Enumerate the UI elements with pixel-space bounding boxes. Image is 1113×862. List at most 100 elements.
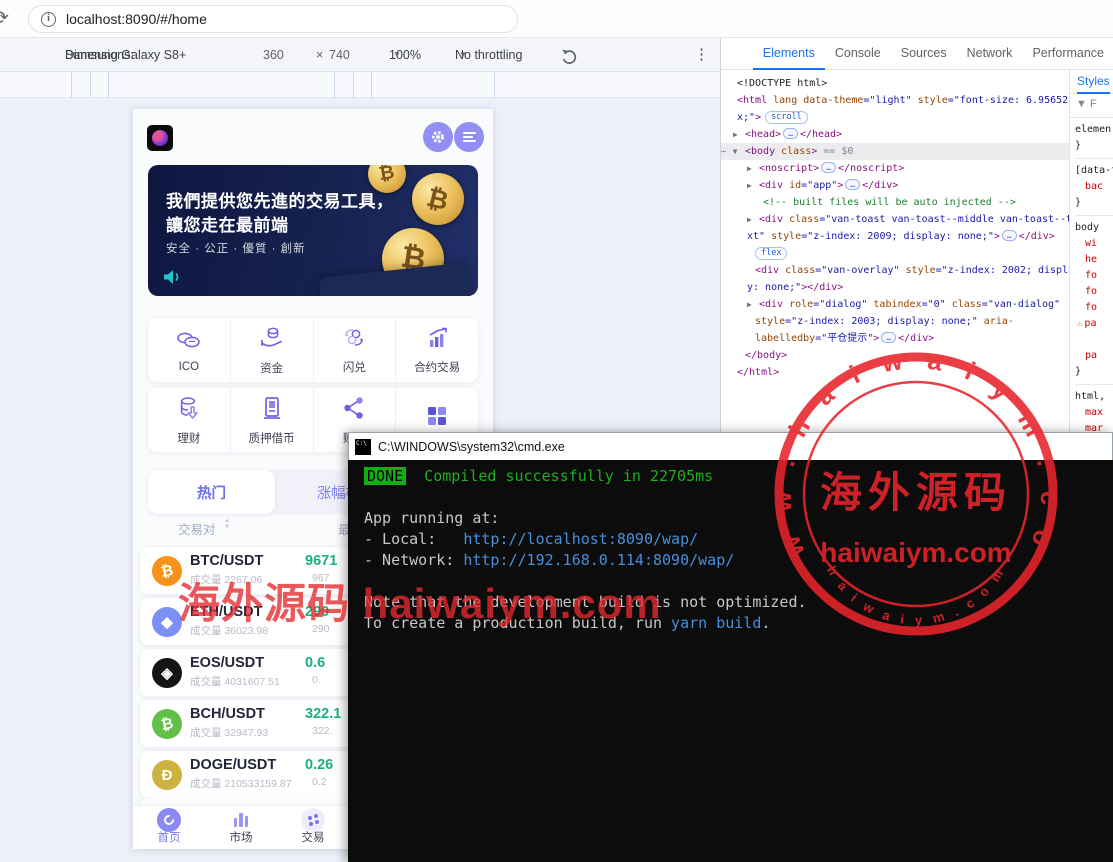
feature-理财[interactable]: 理财 bbox=[148, 388, 231, 452]
dom-node-line[interactable]: <div class="van-overlay" style="z-index:… bbox=[721, 262, 1069, 279]
nav-item-市场[interactable]: 市场 bbox=[205, 806, 277, 849]
viewport-height-field[interactable]: 740 bbox=[329, 38, 350, 72]
style-rule-line[interactable]: } bbox=[1075, 138, 1113, 154]
style-rule-line[interactable]: wi bbox=[1075, 236, 1113, 252]
expand-arrow-icon[interactable]: ▶ bbox=[733, 126, 739, 143]
media-query-bar[interactable] bbox=[0, 72, 720, 98]
address-bar[interactable]: i localhost:8090/#/home bbox=[28, 5, 518, 33]
dom-node-line[interactable]: style="z-index: 2003; display: none;" ar… bbox=[721, 313, 1069, 330]
network-label: - Network: bbox=[364, 551, 463, 569]
feature-资金[interactable]: 资金 bbox=[231, 318, 314, 382]
dom-node-line[interactable]: flex bbox=[721, 245, 1069, 262]
style-rule-line[interactable]: ⚠pa bbox=[1075, 316, 1113, 332]
style-rule-line[interactable]: he bbox=[1075, 252, 1113, 268]
feature-质押借币[interactable]: 质押借币 bbox=[231, 388, 314, 452]
style-rule-line[interactable]: bac bbox=[1075, 179, 1113, 195]
expand-ellipsis-button[interactable]: … bbox=[1002, 230, 1017, 241]
reload-icon[interactable]: ⟳ bbox=[0, 7, 9, 30]
dimensions-times: × bbox=[316, 38, 323, 72]
style-rule-line[interactable]: fo bbox=[1075, 300, 1113, 316]
svg-text:海外源码: 海外源码 bbox=[820, 469, 1012, 516]
dom-node-line[interactable]: xt" style="z-index: 2009; display: none;… bbox=[721, 228, 1069, 245]
expand-arrow-icon[interactable]: ▶ bbox=[747, 160, 753, 177]
style-rule-line[interactable]: html, bbox=[1075, 389, 1113, 405]
tab-hot[interactable]: 热门 bbox=[148, 470, 275, 514]
viewport-width-field[interactable]: 360 bbox=[263, 38, 284, 72]
compiled-text: Compiled successfully in 22705ms bbox=[406, 467, 713, 485]
dom-node-line[interactable]: y: none;"></div> bbox=[721, 279, 1069, 296]
warning-icon: ⚠ bbox=[1077, 319, 1082, 329]
dom-node-line[interactable]: ▶<head>…</head> bbox=[721, 126, 1069, 143]
style-rule-line[interactable]: max bbox=[1075, 405, 1113, 421]
media-query-marker bbox=[353, 72, 354, 98]
style-rule-line[interactable]: } bbox=[1075, 364, 1113, 380]
nav-item-交易[interactable]: 交易 bbox=[277, 806, 349, 849]
home-icon bbox=[157, 808, 181, 832]
local-url-link[interactable]: http://localhost:8090/wap/ bbox=[463, 530, 698, 548]
rotate-viewport-icon[interactable] bbox=[560, 46, 580, 64]
menu-button[interactable] bbox=[454, 122, 484, 152]
expand-ellipsis-button[interactable]: … bbox=[783, 128, 798, 139]
style-rule-line[interactable]: body bbox=[1075, 220, 1113, 236]
tab-sources[interactable]: Sources bbox=[891, 38, 957, 70]
expand-ellipsis-button[interactable]: … bbox=[881, 332, 896, 343]
styles-pane-tab[interactable]: Styles bbox=[1070, 70, 1113, 94]
network-url-link[interactable]: http://192.168.0.114:8090/wap/ bbox=[463, 551, 734, 569]
device-toolbar-icon[interactable] bbox=[738, 45, 739, 63]
menu-lines-icon bbox=[463, 130, 476, 145]
inspect-element-icon[interactable] bbox=[729, 45, 730, 63]
tab-elements[interactable]: Elements bbox=[753, 38, 825, 70]
style-rule-line[interactable]: fo bbox=[1075, 284, 1113, 300]
tab-console[interactable]: Console bbox=[825, 38, 891, 70]
styles-rules: elemen}[data-tbac}bodywihefofofo⚠papa}ht… bbox=[1070, 118, 1113, 469]
style-rule-line[interactable]: } bbox=[1075, 195, 1113, 211]
style-rule-line[interactable]: fo bbox=[1075, 268, 1113, 284]
watermark-text: 海外源码 haiwaiym.com bbox=[178, 570, 662, 631]
expand-arrow-icon[interactable]: ▶ bbox=[747, 296, 753, 313]
nav-item-首页[interactable]: 首页 bbox=[133, 806, 205, 849]
tab-performance[interactable]: Performance bbox=[1022, 38, 1113, 70]
toolbar-more-menu-icon[interactable]: ⋮ bbox=[694, 38, 709, 72]
styles-filter[interactable]: ▼ F bbox=[1070, 94, 1113, 118]
tab-network[interactable]: Network bbox=[957, 38, 1023, 70]
sort-icon[interactable]: ▲▼ bbox=[224, 518, 230, 530]
site-info-icon[interactable]: i bbox=[41, 12, 56, 27]
pair-column-header[interactable]: 交易对 bbox=[178, 519, 216, 538]
device-toolbar: Dimensions: Samsung Galaxy S8+▼ 360 × 74… bbox=[0, 38, 720, 72]
feature-闪兑[interactable]: 闪兑 bbox=[314, 318, 397, 382]
style-rule-line[interactable] bbox=[1075, 332, 1113, 348]
screenshot-root: ⟳ i localhost:8090/#/home Dimensions: Sa… bbox=[0, 0, 1113, 862]
expand-arrow-icon[interactable]: ▶ bbox=[747, 177, 753, 194]
feature-ICO[interactable]: ICO bbox=[148, 318, 231, 382]
feature-label: 资金 bbox=[260, 360, 283, 376]
dom-node-line[interactable]: ▶<div id="app">…</div> bbox=[721, 177, 1069, 194]
style-rule-line[interactable]: elemen bbox=[1075, 122, 1113, 138]
style-rule-line[interactable]: [data-t bbox=[1075, 163, 1113, 179]
app-logo[interactable] bbox=[147, 125, 173, 151]
dom-node-line[interactable]: ▶<div class="van-toast van-toast--middle… bbox=[721, 211, 1069, 228]
flex-badge[interactable]: flex bbox=[755, 247, 787, 260]
coin-icon: Ð bbox=[152, 760, 182, 790]
expand-ellipsis-button[interactable]: … bbox=[845, 179, 860, 190]
style-rule-line[interactable]: pa bbox=[1075, 348, 1113, 364]
dom-node-line[interactable]: <html lang data-theme="light" style="fon… bbox=[721, 92, 1069, 109]
promo-banner[interactable]: ₿ ₿ ₿ 我們提供您先進的交易工具， 讓您走在最前端 安全 · 公正 · 優質… bbox=[148, 165, 478, 296]
settings-button[interactable] bbox=[423, 122, 453, 152]
dom-node-line[interactable]: ▶<noscript>…</noscript> bbox=[721, 160, 1069, 177]
volume-text: 成交量 4031607.51 bbox=[190, 674, 280, 689]
dom-node-line[interactable]: ▶<div role="dialog" tabindex="0" class="… bbox=[721, 296, 1069, 313]
dom-node-line[interactable]: <!DOCTYPE html> bbox=[721, 75, 1069, 92]
feature-合约交易[interactable]: 合约交易 bbox=[396, 318, 478, 382]
dom-node-line[interactable]: x;">scroll bbox=[721, 109, 1069, 126]
dom-node-line[interactable]: <!-- built files will be auto injected -… bbox=[721, 194, 1069, 211]
expand-arrow-icon[interactable]: ⋯ ▼ bbox=[721, 143, 738, 160]
banner-title-line1: 我們提供您先進的交易工具， bbox=[166, 187, 394, 212]
price-sub-value: 0.2 bbox=[312, 776, 327, 788]
market-icon bbox=[229, 808, 253, 832]
dom-node-line[interactable]: ⋯ ▼<body class> == $0 bbox=[721, 143, 1069, 160]
url-text[interactable]: localhost:8090/#/home bbox=[66, 11, 207, 27]
expand-ellipsis-button[interactable]: … bbox=[821, 162, 836, 173]
chevron-down-icon: ▼ bbox=[69, 38, 77, 72]
scroll-badge[interactable]: scroll bbox=[765, 111, 808, 124]
expand-arrow-icon[interactable]: ▶ bbox=[747, 211, 753, 228]
